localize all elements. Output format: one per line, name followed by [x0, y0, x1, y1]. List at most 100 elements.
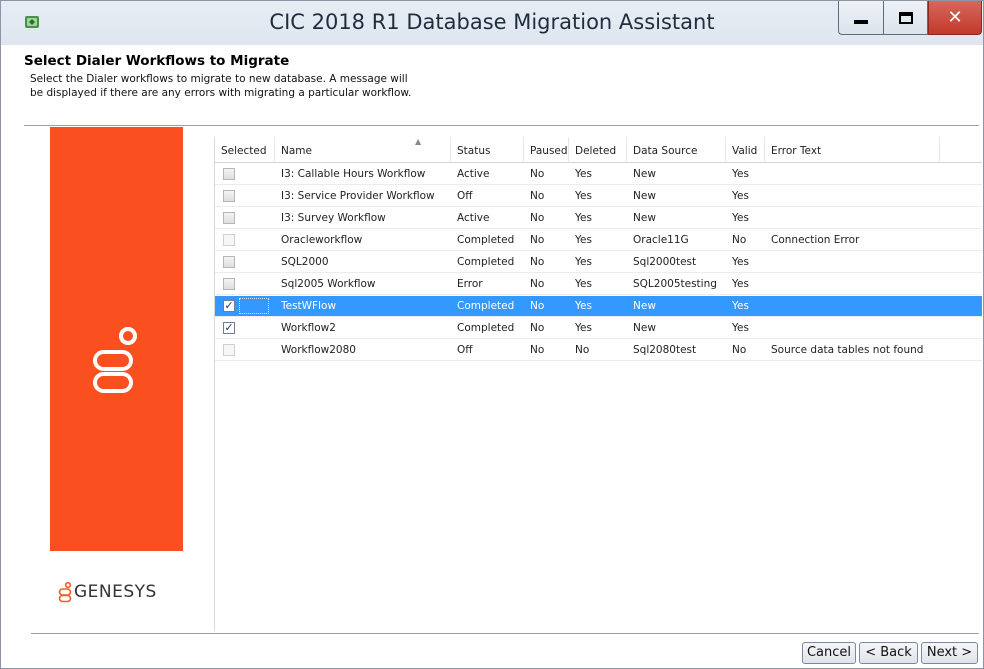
- genesys-mark-icon: [58, 581, 72, 603]
- cell-paused: No: [530, 168, 545, 180]
- maximize-icon: [898, 11, 913, 24]
- table-row[interactable]: I3: Service Provider Workflow Off No Yes New…: [215, 186, 982, 207]
- migration-assistant-window: CIC 2018 R1 Database Migration Assistant…: [0, 0, 984, 669]
- column-deleted[interactable]: Deleted: [569, 137, 627, 163]
- cell-data-source: New: [633, 168, 656, 180]
- close-icon: ✕: [947, 7, 963, 28]
- selected-checkbox[interactable]: [223, 278, 235, 290]
- selected-checkbox[interactable]: [223, 190, 235, 202]
- cell-status: Completed: [457, 256, 515, 268]
- focus-outline: [239, 298, 269, 314]
- table-header: Selected ▲ Name Status Paused Deleted Da…: [215, 137, 982, 163]
- cell-name: TestWFlow: [281, 300, 337, 312]
- cell-paused: No: [530, 278, 545, 290]
- cell-valid: No: [732, 344, 747, 356]
- cell-data-source: Sql2000test: [633, 256, 697, 268]
- column-name-label: Name: [281, 145, 312, 157]
- table-row[interactable]: Oracleworkflow Completed No Yes Oracle11G No C…: [215, 230, 982, 251]
- cell-deleted: Yes: [575, 256, 592, 268]
- window-title: CIC 2018 R1 Database Migration Assistant: [269, 10, 715, 34]
- cell-status: Active: [457, 168, 490, 180]
- cell-status: Completed: [457, 234, 515, 246]
- sort-ascending-icon: ▲: [415, 137, 422, 146]
- selected-checkbox[interactable]: [223, 344, 235, 356]
- table-row[interactable]: ✓ TestWFlow Completed No Yes New Yes: [215, 296, 982, 317]
- cell-error-text: [765, 164, 965, 185]
- column-name[interactable]: ▲ Name: [275, 137, 451, 163]
- cell-error-text: [765, 186, 965, 207]
- selected-checkbox[interactable]: ✓: [223, 322, 235, 334]
- side-banner: [50, 127, 183, 551]
- cell-data-source: New: [633, 212, 656, 224]
- genesys-wordmark: GENESYS: [74, 582, 157, 602]
- cell-deleted: Yes: [575, 212, 592, 224]
- cell-deleted: Yes: [575, 190, 592, 202]
- selected-checkbox[interactable]: [223, 168, 235, 180]
- cell-name: Oracleworkflow: [281, 234, 363, 246]
- title-bar[interactable]: CIC 2018 R1 Database Migration Assistant…: [1, 1, 983, 45]
- table-row[interactable]: Workflow2080 Off No No Sql2080test No Source d…: [215, 340, 982, 361]
- cell-deleted: No: [575, 344, 590, 356]
- cell-valid: Yes: [732, 212, 749, 224]
- cell-valid: Yes: [732, 190, 749, 202]
- cell-data-source: New: [633, 300, 656, 312]
- cell-name: SQL2000: [281, 256, 329, 268]
- cell-error-text: [765, 252, 965, 273]
- table-row[interactable]: I3: Survey Workflow Active No Yes New Yes: [215, 208, 982, 229]
- back-button[interactable]: < Back: [859, 642, 918, 664]
- cell-valid: No: [732, 234, 747, 246]
- cell-status: Completed: [457, 300, 515, 312]
- column-status[interactable]: Status: [451, 137, 524, 163]
- cell-valid: Yes: [732, 168, 749, 180]
- cell-data-source: New: [633, 190, 656, 202]
- cell-valid: Yes: [732, 322, 749, 334]
- column-paused[interactable]: Paused: [524, 137, 569, 163]
- cell-valid: Yes: [732, 256, 749, 268]
- next-button[interactable]: Next >: [921, 642, 978, 664]
- cell-status: Active: [457, 212, 490, 224]
- minimize-button[interactable]: [838, 1, 883, 35]
- cancel-button[interactable]: Cancel: [802, 642, 856, 664]
- cell-status: Off: [457, 344, 473, 356]
- column-valid[interactable]: Valid: [726, 137, 765, 163]
- close-button[interactable]: ✕: [928, 1, 982, 35]
- genesys-brand: GENESYS: [58, 581, 157, 603]
- maximize-button[interactable]: [883, 1, 928, 35]
- cell-name: I3: Survey Workflow: [281, 212, 386, 224]
- cell-deleted: Yes: [575, 278, 592, 290]
- cell-name: I3: Service Provider Workflow: [281, 190, 435, 202]
- cell-error-text: Source data tables not found: [771, 344, 924, 356]
- cell-valid: Yes: [732, 278, 749, 290]
- column-data-source[interactable]: Data Source: [627, 137, 726, 163]
- cell-data-source: New: [633, 322, 656, 334]
- cell-data-source: Oracle11G: [633, 234, 689, 246]
- cell-status: Off: [457, 190, 473, 202]
- cell-paused: No: [530, 256, 545, 268]
- workflow-table[interactable]: Selected ▲ Name Status Paused Deleted Da…: [214, 137, 982, 631]
- cell-paused: No: [530, 190, 545, 202]
- cell-data-source: SQL2005testing: [633, 278, 717, 290]
- header-divider: [24, 125, 979, 126]
- minimize-icon: [854, 19, 868, 24]
- cell-deleted: Yes: [575, 300, 592, 312]
- column-error-text[interactable]: Error Text: [765, 137, 940, 163]
- cell-error-text: [765, 208, 965, 229]
- cell-error-text: [765, 274, 965, 295]
- cell-error-text: Connection Error: [771, 234, 860, 246]
- table-row[interactable]: I3: Callable Hours Workflow Active No Yes Ne…: [215, 164, 982, 185]
- table-row[interactable]: Sql2005 Workflow Error No Yes SQL2005testing…: [215, 274, 982, 295]
- table-row[interactable]: SQL2000 Completed No Yes Sql2000test Yes: [215, 252, 982, 273]
- cell-data-source: Sql2080test: [633, 344, 697, 356]
- cell-status: Completed: [457, 322, 515, 334]
- selected-checkbox[interactable]: [223, 256, 235, 268]
- cell-name: Workflow2: [281, 322, 336, 334]
- cell-error-text: [765, 318, 965, 339]
- selected-checkbox[interactable]: ✓: [223, 300, 235, 312]
- cell-deleted: Yes: [575, 234, 592, 246]
- selected-checkbox[interactable]: [223, 234, 235, 246]
- selected-checkbox[interactable]: [223, 212, 235, 224]
- cell-error-text: [765, 296, 965, 317]
- cell-name: Sql2005 Workflow: [281, 278, 376, 290]
- column-selected[interactable]: Selected: [215, 137, 275, 163]
- table-row[interactable]: ✓ Workflow2 Completed No Yes New Yes: [215, 318, 982, 339]
